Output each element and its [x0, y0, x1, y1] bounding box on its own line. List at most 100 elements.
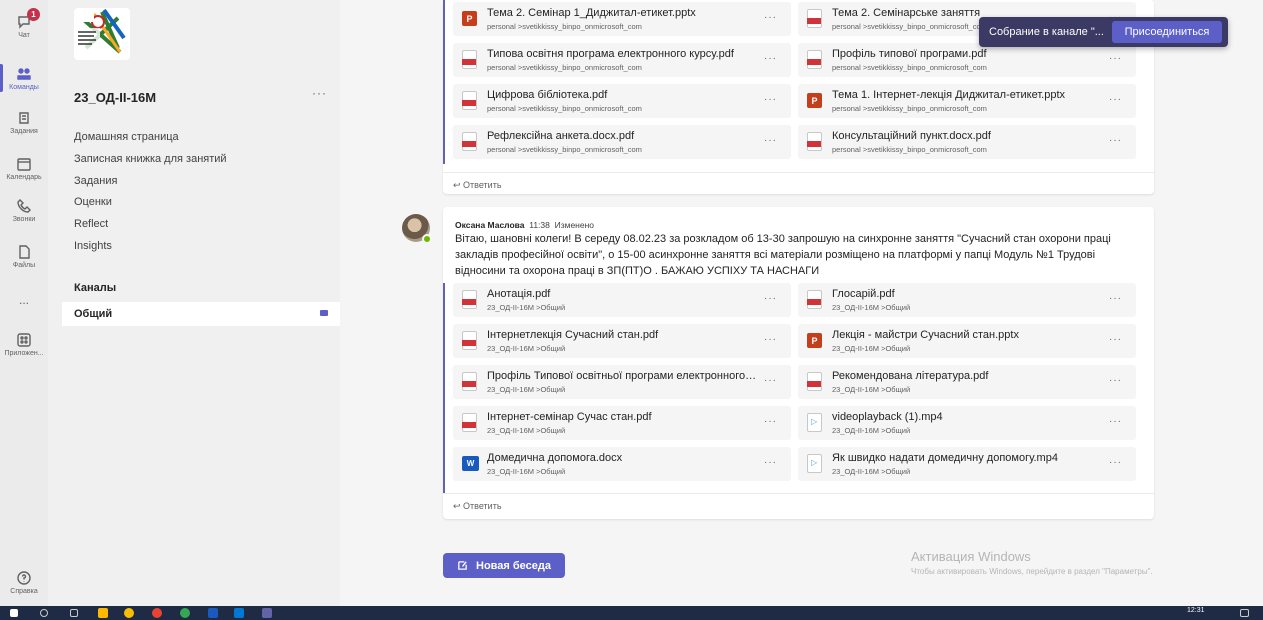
opera-icon[interactable] [152, 608, 162, 618]
join-meeting-button[interactable]: Присоединиться [1112, 21, 1222, 43]
message-edited: Изменено [554, 220, 595, 230]
rail-help[interactable]: Справка [0, 560, 48, 604]
chrome-icon[interactable] [124, 608, 134, 618]
file-more-options[interactable]: ··· [1109, 416, 1122, 427]
file-path: 23_ОД-ІІ-16М >Общий [487, 303, 566, 312]
file-attachment[interactable]: P Тема 2. Семінар 1_Диджитал-етикет.pptx p… [453, 2, 791, 36]
team-logo[interactable] [74, 8, 130, 60]
nav-assignments[interactable]: Задания [74, 175, 117, 187]
pdf-file-icon [462, 290, 477, 309]
rail-calendar[interactable]: Календарь [0, 146, 48, 190]
video-file-icon [807, 454, 822, 473]
file-attachment[interactable]: Цифрова бібліотека.pdf personal >svetikki… [453, 84, 791, 118]
file-attachment[interactable]: videoplayback (1).mp4 23_ОД-ІІ-16М >Общий… [798, 406, 1136, 440]
file-attachment[interactable]: W Домедична допомога.docx 23_ОД-ІІ-16М >Об… [453, 447, 791, 481]
start-icon[interactable] [10, 609, 18, 617]
nav-insights[interactable]: Insights [74, 240, 112, 252]
file-more-options[interactable]: ··· [764, 94, 777, 105]
rail-teams[interactable]: Команды [0, 56, 48, 100]
file-more-options[interactable]: ··· [764, 334, 777, 345]
store-icon[interactable] [234, 608, 244, 618]
file-more-options[interactable]: ··· [764, 53, 777, 64]
file-name: Глосарій.pdf [832, 288, 895, 300]
file-attachment[interactable]: Глосарій.pdf 23_ОД-ІІ-16М >Общий ··· [798, 283, 1136, 317]
file-more-options[interactable]: ··· [1109, 375, 1122, 386]
rail-chat[interactable]: Чат 1 [0, 4, 48, 48]
new-conversation-button[interactable]: Новая беседа [443, 553, 565, 578]
rail-label: Справка [10, 587, 38, 595]
file-name: Рефлексійна анкета.docx.pdf [487, 130, 635, 142]
browser-icon[interactable] [180, 608, 190, 618]
file-name: Лекція - майстри Сучасний стан.pptx [832, 329, 1019, 341]
file-more-options[interactable]: ··· [764, 293, 777, 304]
file-more-options[interactable]: ··· [1109, 53, 1122, 64]
more-icon: ... [18, 293, 29, 307]
pdf-file-icon [462, 331, 477, 350]
word-icon[interactable] [208, 608, 218, 618]
reply-button[interactable]: ↩ Ответить [453, 501, 502, 512]
pdf-file-icon [462, 413, 477, 432]
file-attachment[interactable]: Інтернетлекція Сучасний стан.pdf 23_ОД-ІІ… [453, 324, 791, 358]
search-icon[interactable] [40, 609, 48, 617]
taskbar-clock[interactable]: 12:31 [1187, 607, 1205, 614]
file-more-options[interactable]: ··· [764, 457, 777, 468]
file-name: Анотація.pdf [487, 288, 551, 300]
rail-apps[interactable]: Приложен... [0, 322, 48, 366]
avatar[interactable] [402, 214, 432, 244]
file-path: personal >svetikkissy_binpo_onmicrosoft_… [832, 145, 987, 154]
rail-assignments[interactable]: Задания [0, 100, 48, 144]
notifications-icon[interactable] [1240, 609, 1249, 617]
assignments-icon [19, 111, 29, 124]
team-more-options[interactable]: ··· [312, 86, 327, 100]
file-attachment[interactable]: Інтернет-семінар Сучас стан.pdf 23_ОД-ІІ-… [453, 406, 791, 440]
rail-more[interactable]: ... [0, 278, 48, 322]
file-attachment[interactable]: Рефлексійна анкета.docx.pdf personal >sve… [453, 125, 791, 159]
file-more-options[interactable]: ··· [764, 416, 777, 427]
activation-title: Активация Windows [911, 549, 1031, 564]
channel-general[interactable]: Общий [62, 302, 340, 326]
file-path: 23_ОД-ІІ-16М >Общий [487, 344, 566, 353]
file-attachment[interactable]: Консультаційний пункт.docx.pdf personal >… [798, 125, 1136, 159]
file-more-options[interactable]: ··· [1109, 457, 1122, 468]
file-more-options[interactable]: ··· [764, 135, 777, 146]
file-more-options[interactable]: ··· [1109, 94, 1122, 105]
channels-header[interactable]: Каналы [74, 282, 116, 294]
nav-home[interactable]: Домашняя страница [74, 131, 179, 143]
nav-grades[interactable]: Оценки [74, 196, 112, 208]
calendar-icon [17, 157, 31, 171]
file-more-options[interactable]: ··· [764, 12, 777, 23]
file-attachment[interactable]: Профіль Типової освітньої програми елект… [453, 365, 791, 399]
file-attachment[interactable]: Типова освітня програма електронного кур… [453, 43, 791, 77]
file-attachment[interactable]: P Тема 1. Інтернет-лекція Диджитал-етикет… [798, 84, 1136, 118]
message-author[interactable]: Оксана Маслова [455, 220, 525, 230]
teams-taskbar-icon[interactable] [262, 608, 272, 618]
powerpoint-file-icon: P [462, 11, 477, 26]
reply-button[interactable]: ↩ Ответить [453, 180, 502, 191]
nav-reflect[interactable]: Reflect [74, 218, 108, 230]
file-more-options[interactable]: ··· [1109, 334, 1122, 345]
teams-icon [17, 67, 31, 80]
file-attachment[interactable]: Профіль типової програми.pdf personal >sv… [798, 43, 1136, 77]
file-explorer-icon[interactable] [98, 608, 108, 618]
rail-label: Приложен... [4, 349, 44, 357]
rail-label: Звонки [12, 215, 36, 223]
file-attachment[interactable]: Рекомендована література.pdf 23_ОД-ІІ-16М… [798, 365, 1136, 399]
file-path: 23_ОД-ІІ-16М >Общий [487, 385, 566, 394]
file-more-options[interactable]: ··· [1109, 293, 1122, 304]
file-attachment[interactable]: P Лекція - майстри Сучасний стан.pptx 23_О… [798, 324, 1136, 358]
team-name[interactable]: 23_ОД-ІІ-16М [74, 90, 156, 105]
file-more-options[interactable]: ··· [1109, 135, 1122, 146]
task-view-icon[interactable] [70, 609, 78, 617]
file-path: 23_ОД-ІІ-16М >Общий [832, 467, 911, 476]
file-more-options[interactable]: ··· [764, 375, 777, 386]
message-card: Оксана Маслова 11:38 Изменено Вітаю, шан… [443, 207, 1154, 519]
rail-files[interactable]: Файлы [0, 234, 48, 278]
rail-calls[interactable]: Звонки [0, 188, 48, 232]
rail-label: Календарь [6, 173, 42, 181]
nav-class-notebook[interactable]: Записная книжка для занятий [74, 153, 227, 165]
channel-name: Общий [74, 308, 113, 320]
file-attachment[interactable]: Анотація.pdf 23_ОД-ІІ-16М >Общий ··· [453, 283, 791, 317]
message-accent-bar [443, 283, 445, 493]
file-attachment[interactable]: Як швидко надати домедичну допомогу.mp4 2… [798, 447, 1136, 481]
pdf-file-icon [807, 290, 822, 309]
